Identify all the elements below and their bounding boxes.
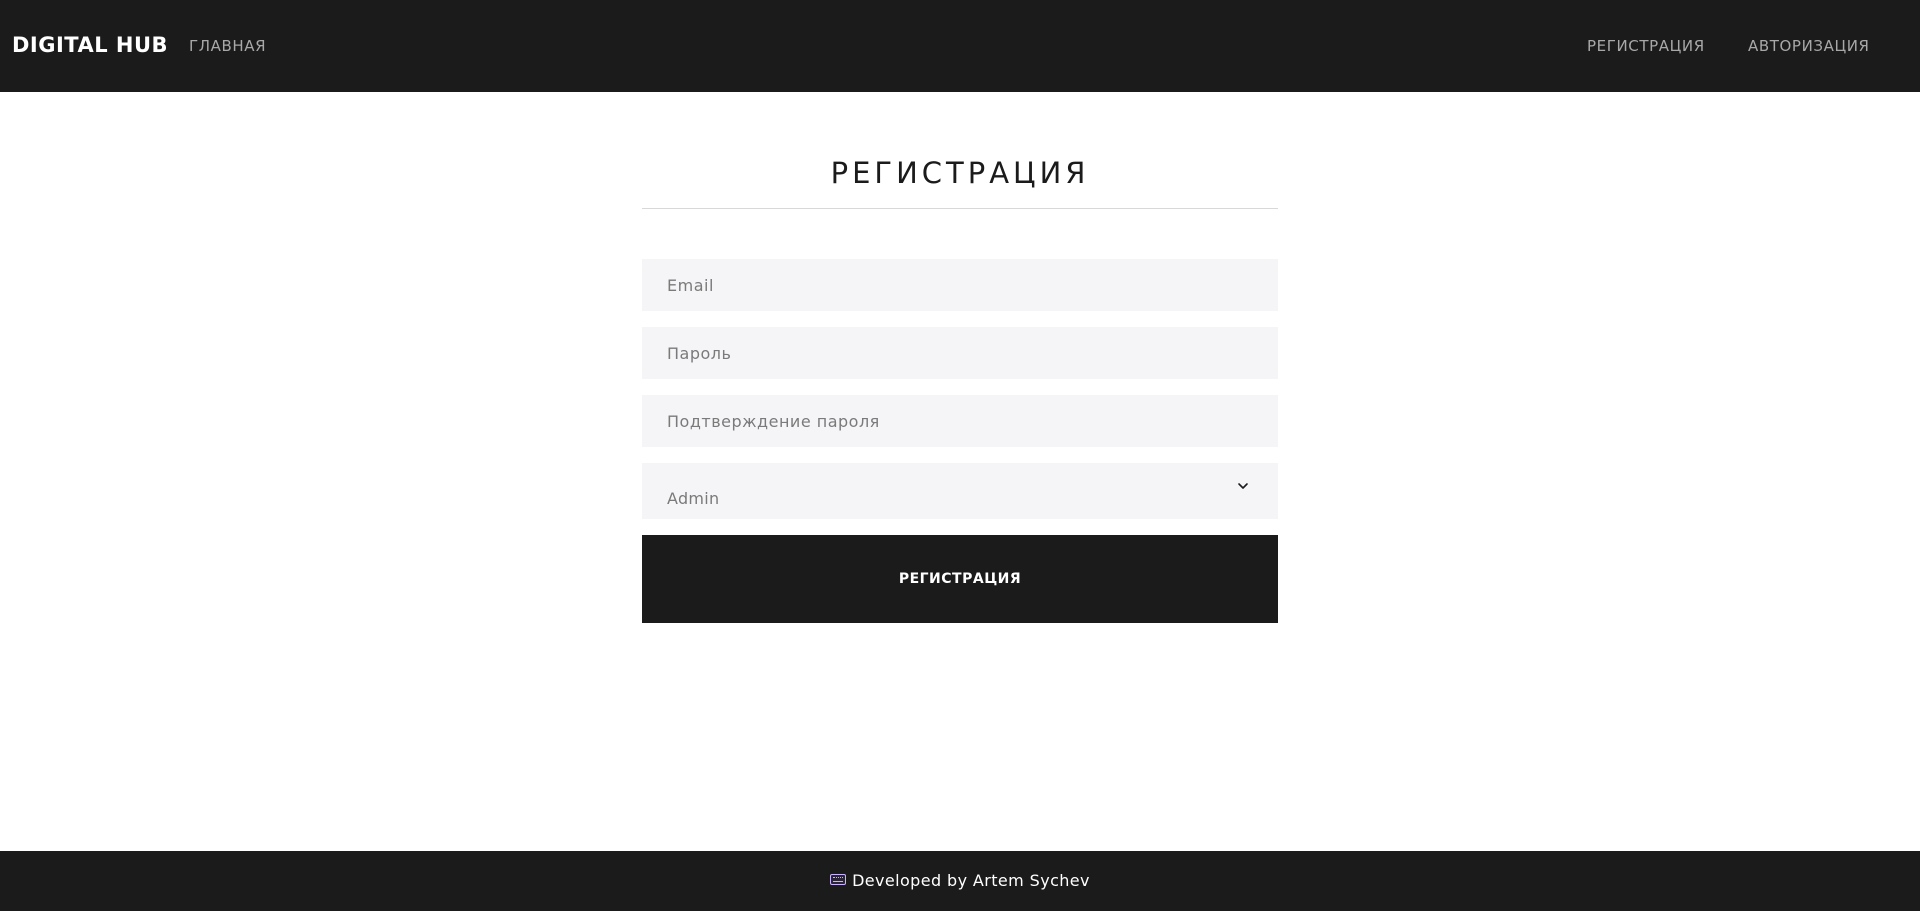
email-field[interactable] [642, 259, 1278, 311]
footer-credit-text: Developed by Artem Sychev [852, 871, 1090, 890]
role-select-value: Admin [667, 489, 720, 508]
footer-content: Developed by Artem Sychev [0, 871, 1920, 890]
register-submit-button[interactable]: РЕГИСТРАЦИЯ [642, 535, 1278, 623]
confirm-password-field[interactable] [642, 395, 1278, 447]
top-navbar: DIGITAL HUB ГЛАВНАЯ РЕГИСТРАЦИЯ АВТОРИЗА… [0, 0, 1920, 92]
password-field[interactable] [642, 327, 1278, 379]
title-divider [642, 208, 1278, 209]
nav-link-home[interactable]: ГЛАВНАЯ [189, 37, 266, 55]
nav-link-register[interactable]: РЕГИСТРАЦИЯ [1587, 37, 1705, 55]
brand-logo-link[interactable]: DIGITAL HUB [12, 33, 168, 57]
role-select[interactable]: Admin [642, 463, 1278, 519]
footer: Developed by Artem Sychev [0, 851, 1920, 911]
nav-link-login[interactable]: АВТОРИЗАЦИЯ [1748, 37, 1870, 55]
page-title: РЕГИСТРАЦИЯ [830, 156, 1090, 190]
keyboard-icon [830, 874, 847, 885]
chevron-down-icon [1238, 483, 1248, 489]
